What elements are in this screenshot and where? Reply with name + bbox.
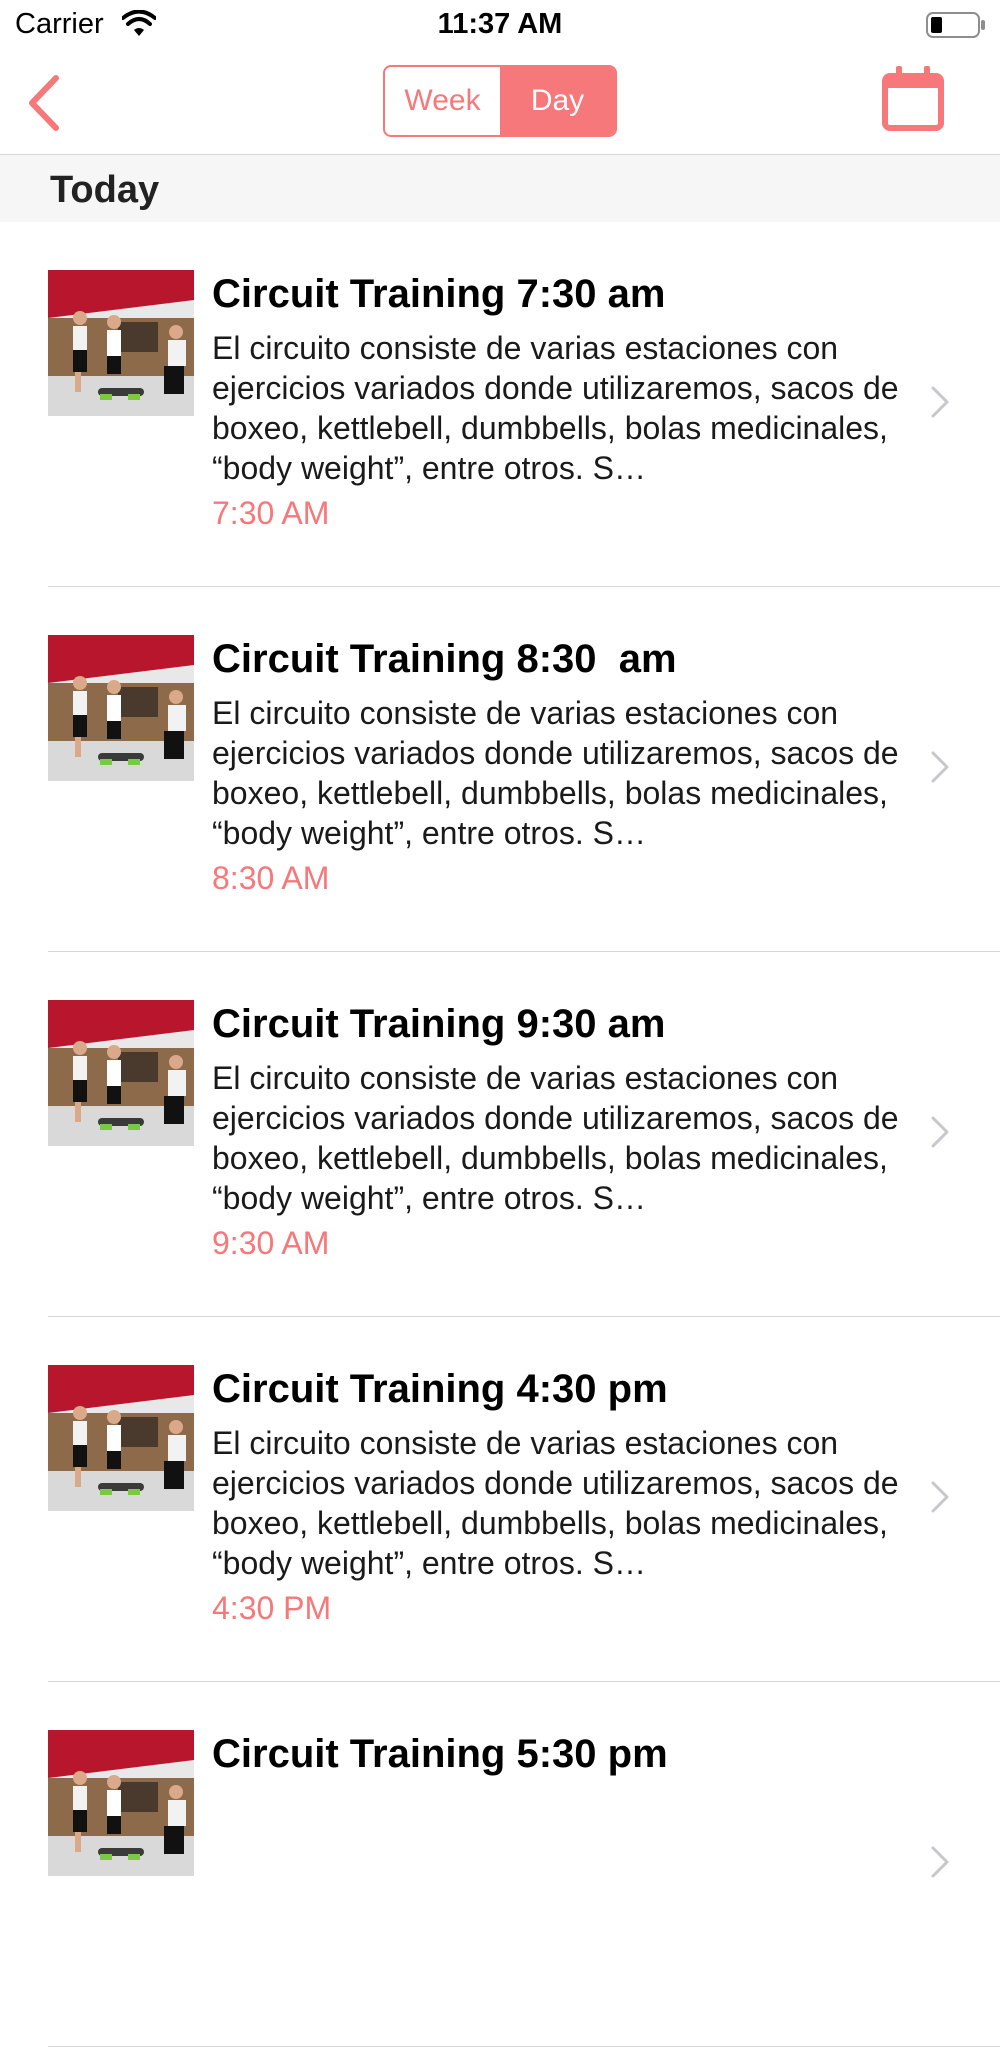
class-title: Circuit Training 8:30 am — [212, 637, 677, 681]
day-segment[interactable]: Day — [500, 67, 615, 135]
class-description: El circuito consiste de varias estacione… — [212, 695, 899, 851]
navigation-bar: Week Day — [0, 52, 1000, 155]
class-list-item[interactable]: Circuit Training 8:30 am El circuito con… — [0, 587, 1000, 952]
calendar-icon — [882, 66, 944, 131]
class-thumbnail — [48, 1365, 194, 1511]
class-title: Circuit Training 5:30 pm — [212, 1732, 668, 1776]
class-list-item[interactable]: Circuit Training 9:30 am El circuito con… — [0, 952, 1000, 1317]
class-time: 9:30 AM — [212, 1225, 330, 1261]
week-day-segmented-control: Week Day — [383, 65, 617, 137]
class-time: 7:30 AM — [212, 495, 330, 531]
class-description: El circuito consiste de varias estacione… — [212, 330, 899, 486]
chevron-left-icon — [29, 75, 59, 131]
class-list-item[interactable]: Circuit Training 7:30 am El circuito con… — [0, 222, 1000, 587]
chevron-right-icon — [931, 1116, 949, 1148]
chevron-right-icon — [931, 1481, 949, 1513]
class-list-item[interactable]: Circuit Training 4:30 pm El circuito con… — [0, 1317, 1000, 1682]
class-thumbnail — [48, 270, 194, 416]
week-segment[interactable]: Week — [385, 67, 500, 135]
class-thumbnail — [48, 1000, 194, 1146]
back-button[interactable] — [18, 72, 78, 134]
class-title: Circuit Training 4:30 pm — [212, 1367, 668, 1411]
section-header: Today — [0, 155, 1000, 222]
class-time: 8:30 AM — [212, 860, 330, 896]
class-thumbnail — [48, 1730, 194, 1876]
status-bar: Carrier 11:37 AM — [0, 0, 1000, 52]
class-description: El circuito consiste de varias estacione… — [212, 1425, 899, 1581]
class-title: Circuit Training 9:30 am — [212, 1002, 666, 1046]
section-title: Today — [50, 169, 160, 211]
class-list-item[interactable]: Circuit Training 5:30 pm — [0, 1682, 1000, 2047]
battery-icon — [926, 12, 985, 38]
class-title: Circuit Training 7:30 am — [212, 272, 666, 316]
class-thumbnail — [48, 635, 194, 781]
chevron-right-icon — [931, 1846, 949, 1878]
chevron-right-icon — [931, 386, 949, 418]
status-time: 11:37 AM — [437, 8, 563, 40]
class-time: 4:30 PM — [212, 1590, 332, 1626]
chevron-right-icon — [931, 751, 949, 783]
calendar-button[interactable] — [880, 64, 946, 134]
class-description: El circuito consiste de varias estacione… — [212, 1060, 899, 1216]
class-list: Circuit Training 7:30 am El circuito con… — [0, 222, 1000, 2047]
